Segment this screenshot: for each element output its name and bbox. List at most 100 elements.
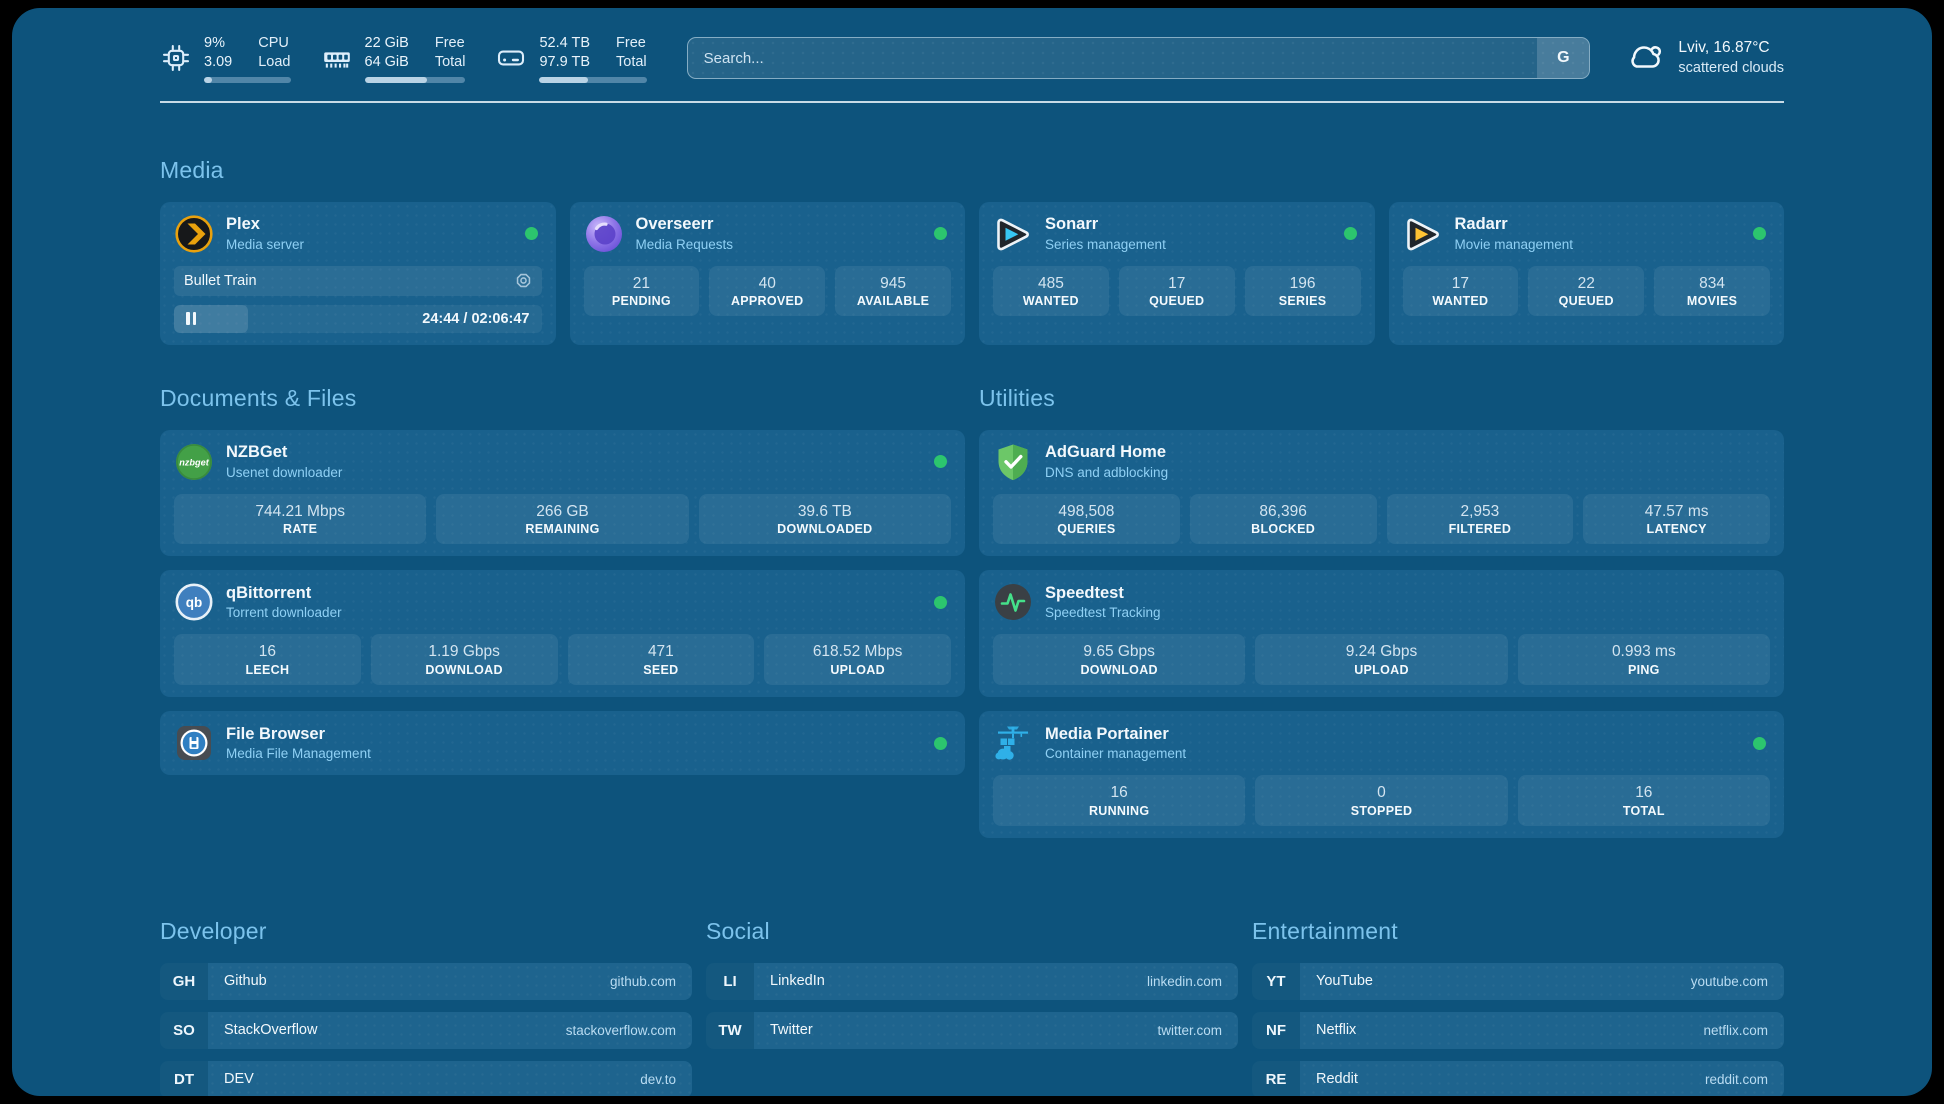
service-card-radarr[interactable]: Radarr Movie management 17WANTED 22QUEUE… xyxy=(1389,202,1785,345)
service-subtitle: Speedtest Tracking xyxy=(1045,604,1770,622)
bookmark-stackoverflow[interactable]: SO StackOverflowstackoverflow.com xyxy=(160,1012,692,1049)
filebrowser-icon xyxy=(174,723,214,763)
stat-value: 498,508 xyxy=(997,501,1176,523)
stat-label: FILTERED xyxy=(1391,522,1570,536)
service-name: Speedtest xyxy=(1045,583,1770,604)
stat-box: 0STOPPED xyxy=(1255,775,1507,826)
search-input[interactable] xyxy=(688,38,1538,78)
bookmark-dev[interactable]: DT DEVdev.to xyxy=(160,1061,692,1096)
cpu-progress-fill xyxy=(204,77,212,83)
stat-value: 21 xyxy=(588,273,696,295)
qbittorrent-icon: qb xyxy=(174,582,214,622)
stat-label: RATE xyxy=(178,522,422,536)
section-title-developer: Developer xyxy=(160,918,692,945)
status-dot xyxy=(1753,737,1766,750)
bookmark-group-entertainment: Entertainment YT YouTubeyoutube.com NF N… xyxy=(1252,918,1784,1096)
bookmark-youtube[interactable]: YT YouTubeyoutube.com xyxy=(1252,963,1784,1000)
stat-value: 47.57 ms xyxy=(1587,501,1766,523)
service-card-sonarr[interactable]: Sonarr Series management 485WANTED 17QUE… xyxy=(979,202,1375,345)
service-name: Radarr xyxy=(1455,214,1742,235)
stat-label: QUERIES xyxy=(997,522,1176,536)
service-card-portainer[interactable]: Media Portainer Container management 16R… xyxy=(979,711,1784,838)
service-card-nzbget[interactable]: nzbget NZBGet Usenet downloader 744.21 M… xyxy=(160,430,965,557)
service-subtitle: Movie management xyxy=(1455,236,1742,254)
stat-box: 1.19 GbpsDOWNLOAD xyxy=(371,634,558,685)
stat-box: 16TOTAL xyxy=(1518,775,1770,826)
service-subtitle: Series management xyxy=(1045,236,1332,254)
service-card-speedtest[interactable]: Speedtest Speedtest Tracking 9.65 GbpsDO… xyxy=(979,570,1784,697)
overseerr-icon xyxy=(584,214,624,254)
service-card-filebrowser[interactable]: File Browser Media File Management xyxy=(160,711,965,775)
cpu-progress-bar xyxy=(204,77,291,83)
stat-value: 196 xyxy=(1249,273,1357,295)
stat-value: 945 xyxy=(839,273,947,295)
memory-total-label: Total xyxy=(435,53,466,72)
service-card-qbittorrent[interactable]: qb qBittorrent Torrent downloader 16LEEC… xyxy=(160,570,965,697)
stat-box: 266 GBREMAINING xyxy=(436,494,688,545)
service-subtitle: Usenet downloader xyxy=(226,464,922,482)
search-bar: G xyxy=(687,37,1591,79)
dashboard: 9% 3.09 CPU Load xyxy=(12,8,1932,1096)
stat-label: UPLOAD xyxy=(1259,663,1503,677)
stat-box: 618.52 MbpsUPLOAD xyxy=(764,634,951,685)
bookmark-twitter[interactable]: TW Twittertwitter.com xyxy=(706,1012,1238,1049)
bookmark-name: Twitter xyxy=(770,1022,813,1038)
section-title-files: Documents & Files xyxy=(160,385,965,412)
section-title-media: Media xyxy=(160,157,1784,184)
service-card-overseerr[interactable]: Overseerr Media Requests 21PENDING 40APP… xyxy=(570,202,966,345)
service-subtitle: Container management xyxy=(1045,745,1741,763)
status-dot xyxy=(934,455,947,468)
pause-icon[interactable] xyxy=(174,305,196,333)
status-dot xyxy=(934,737,947,750)
stat-box: 485WANTED xyxy=(993,266,1109,317)
bookmark-linkedin[interactable]: LI LinkedInlinkedin.com xyxy=(706,963,1238,1000)
stat-value: 17 xyxy=(1123,273,1231,295)
stat-value: 0 xyxy=(1259,782,1503,804)
service-name: Plex xyxy=(226,214,513,235)
bookmark-reddit[interactable]: RE Redditreddit.com xyxy=(1252,1061,1784,1096)
bookmark-abbr: GH xyxy=(160,963,208,1000)
bookmark-domain: twitter.com xyxy=(1157,1023,1222,1038)
stat-box: 21PENDING xyxy=(584,266,700,317)
disk-free-label: Free xyxy=(616,34,647,53)
memory-total-value: 64 GiB xyxy=(365,53,409,72)
stat-box: 2,953FILTERED xyxy=(1387,494,1574,545)
stat-value: 40 xyxy=(713,273,821,295)
service-name: NZBGet xyxy=(226,442,922,463)
stat-box: 39.6 TBDOWNLOADED xyxy=(699,494,951,545)
bookmark-group-developer: Developer GH Githubgithub.com SO StackOv… xyxy=(160,918,692,1096)
stat-box: 196SERIES xyxy=(1245,266,1361,317)
service-subtitle: Media server xyxy=(226,236,513,254)
bookmark-domain: linkedin.com xyxy=(1147,974,1222,989)
status-dot xyxy=(1753,227,1766,240)
bookmark-netflix[interactable]: NF Netflixnetflix.com xyxy=(1252,1012,1784,1049)
stat-value: 86,396 xyxy=(1194,501,1373,523)
service-name: qBittorrent xyxy=(226,583,922,604)
stat-box: 0.993 msPING xyxy=(1518,634,1770,685)
bookmark-github[interactable]: GH Githubgithub.com xyxy=(160,963,692,1000)
cpu-icon xyxy=(160,42,192,74)
stat-box: 945AVAILABLE xyxy=(835,266,951,317)
now-playing-options-icon[interactable] xyxy=(515,272,532,289)
weather-condition: scattered clouds xyxy=(1678,59,1784,79)
stat-box: 834MOVIES xyxy=(1654,266,1770,317)
service-card-adguard[interactable]: AdGuard Home DNS and adblocking 498,508Q… xyxy=(979,430,1784,557)
stat-label: LEECH xyxy=(178,663,357,677)
search-provider-button[interactable]: G xyxy=(1537,38,1589,78)
stat-label: WANTED xyxy=(1407,294,1515,308)
stat-label: SERIES xyxy=(1249,294,1357,308)
stat-box: 16LEECH xyxy=(174,634,361,685)
bookmark-name: Reddit xyxy=(1316,1071,1358,1087)
bookmark-domain: github.com xyxy=(610,974,676,989)
section-title-utilities: Utilities xyxy=(979,385,1784,412)
stat-box: 744.21 MbpsRATE xyxy=(174,494,426,545)
memory-progress-bar xyxy=(365,77,466,83)
stat-label: MOVIES xyxy=(1658,294,1766,308)
stat-label: UPLOAD xyxy=(768,663,947,677)
stat-value: 834 xyxy=(1658,273,1766,295)
service-card-plex[interactable]: Plex Media server Bullet Train 24:44 / 0… xyxy=(160,202,556,345)
stat-label: DOWNLOADED xyxy=(703,522,947,536)
disk-stat: 52.4 TB 97.9 TB Free Total xyxy=(495,34,646,83)
service-subtitle: DNS and adblocking xyxy=(1045,464,1770,482)
memory-stat: 22 GiB 64 GiB Free Total xyxy=(321,34,466,83)
